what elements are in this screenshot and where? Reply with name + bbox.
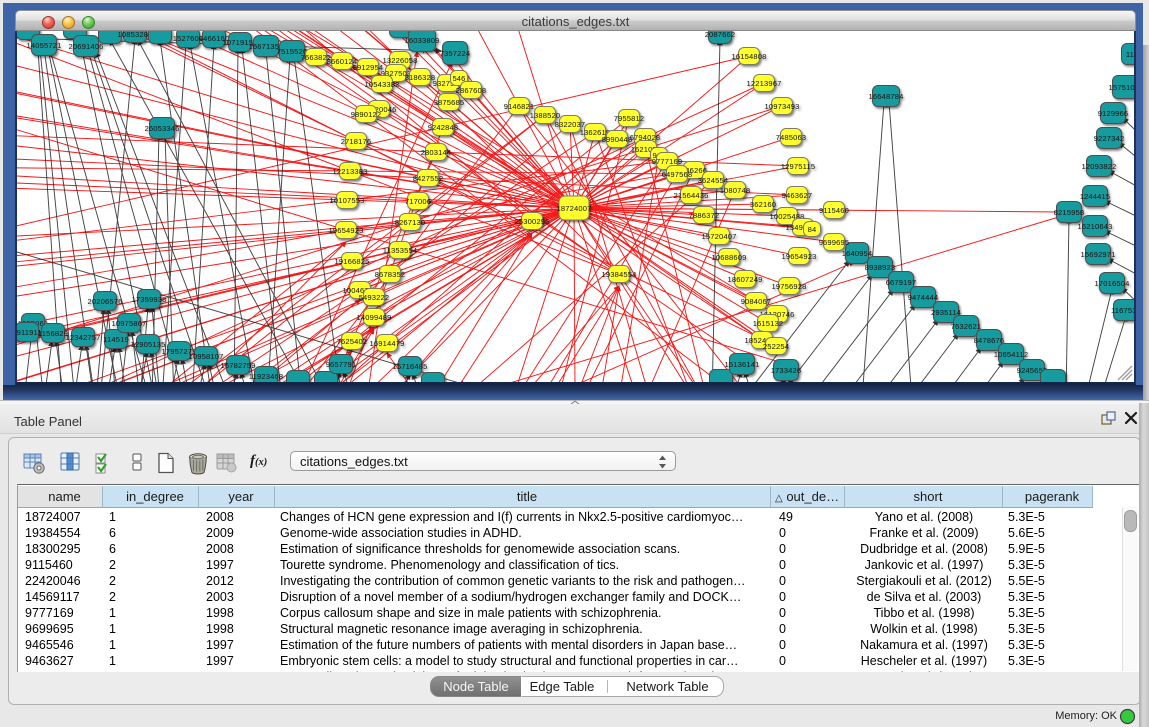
svg-text:16154808: 16154808 xyxy=(732,52,767,61)
svg-text:10975867: 10975867 xyxy=(112,319,147,328)
svg-text:8678352: 8678352 xyxy=(375,270,406,279)
svg-text:10688609: 10688609 xyxy=(712,253,747,262)
svg-text:2087662: 2087662 xyxy=(705,31,736,39)
svg-text:10973493: 10973493 xyxy=(765,102,800,111)
svg-text:20206576: 20206576 xyxy=(88,297,123,306)
svg-text:16648784: 16648784 xyxy=(869,92,904,101)
svg-text:19756928: 19756928 xyxy=(772,282,807,291)
svg-text:8267130: 8267130 xyxy=(395,218,426,227)
svg-text:114519: 114519 xyxy=(103,335,129,344)
svg-text:7357224: 7357224 xyxy=(440,49,471,58)
svg-text:1080748: 1080748 xyxy=(720,186,751,195)
svg-text:14099489: 14099489 xyxy=(357,313,392,322)
svg-text:1156829: 1156829 xyxy=(38,329,68,338)
svg-text:15716485: 15716485 xyxy=(393,362,428,371)
svg-text:3875685: 3875685 xyxy=(434,98,465,107)
svg-text:12975115: 12975115 xyxy=(781,162,815,171)
svg-text:15692971: 15692971 xyxy=(1081,250,1116,259)
svg-text:17016504: 17016504 xyxy=(1095,279,1130,288)
svg-text:8938923: 8938923 xyxy=(865,263,896,272)
svg-text:20691406: 20691406 xyxy=(69,42,104,51)
svg-text:7485063: 7485063 xyxy=(776,133,807,142)
svg-text:9084067: 9084067 xyxy=(741,297,772,306)
svg-text:9227342: 9227342 xyxy=(1094,134,1125,143)
svg-text:14055721: 14055721 xyxy=(27,41,62,50)
svg-text:8478676: 8478676 xyxy=(974,336,1005,345)
svg-text:9463627: 9463627 xyxy=(782,191,813,200)
svg-text:12093822: 12093822 xyxy=(1082,162,1117,171)
svg-text:3624554: 3624554 xyxy=(698,176,729,185)
svg-text:16914479: 16914479 xyxy=(370,339,405,348)
svg-text:2867608: 2867608 xyxy=(456,86,487,95)
svg-text:252254: 252254 xyxy=(763,342,789,351)
svg-text:10853287: 10853287 xyxy=(118,31,153,39)
svg-text:25300295: 25300295 xyxy=(515,217,550,226)
svg-text:2803144: 2803144 xyxy=(421,148,452,157)
svg-text:9699695: 9699695 xyxy=(819,238,850,247)
svg-text:19654923: 19654923 xyxy=(782,252,817,261)
svg-text:1244415: 1244415 xyxy=(1080,192,1111,201)
svg-text:19654923: 19654923 xyxy=(329,226,364,235)
svg-text:1112: 1112 xyxy=(1126,50,1134,59)
svg-text:12342757: 12342757 xyxy=(66,333,101,342)
svg-text:11353554: 11353554 xyxy=(383,246,417,255)
svg-text:8186328: 8186328 xyxy=(405,73,436,82)
svg-text:1640954: 1640954 xyxy=(842,249,873,258)
svg-text:17359938: 17359938 xyxy=(132,295,167,304)
svg-text:7632621: 7632621 xyxy=(951,322,982,331)
svg-text:8912954: 8912954 xyxy=(353,63,384,72)
svg-text:9129966: 9129966 xyxy=(1098,109,1129,118)
svg-text:9657791: 9657791 xyxy=(326,360,357,369)
svg-text:8215958: 8215958 xyxy=(1054,208,1085,217)
svg-text:10543382: 10543382 xyxy=(365,80,400,89)
svg-text:10958107: 10958107 xyxy=(189,352,224,361)
svg-text:16033809: 16033809 xyxy=(405,36,440,45)
svg-text:362160: 362160 xyxy=(750,200,776,209)
svg-text:10654112: 10654112 xyxy=(994,350,1028,359)
svg-text:9115460: 9115460 xyxy=(819,206,849,215)
svg-text:84: 84 xyxy=(808,225,817,234)
svg-text:546: 546 xyxy=(452,74,465,83)
svg-text:717006: 717006 xyxy=(405,197,431,206)
svg-text:8427552: 8427552 xyxy=(413,174,444,183)
svg-text:15751074: 15751074 xyxy=(1109,83,1135,92)
svg-text:5493222: 5493222 xyxy=(359,293,390,302)
svg-text:18607249: 18607249 xyxy=(728,275,763,284)
svg-text:12905135: 12905135 xyxy=(131,340,166,349)
svg-text:2718176: 2718176 xyxy=(341,137,372,146)
svg-text:12213383: 12213383 xyxy=(333,167,368,176)
svg-text:1388520: 1388520 xyxy=(530,111,561,120)
svg-text:16782759: 16782759 xyxy=(221,361,256,370)
svg-text:19384554: 19384554 xyxy=(602,270,637,279)
svg-text:12213967: 12213967 xyxy=(747,79,782,88)
svg-text:11923468: 11923468 xyxy=(249,372,283,381)
svg-text:9242848: 9242848 xyxy=(428,123,459,132)
svg-text:1615132: 1615132 xyxy=(753,319,784,328)
svg-text:16210643: 16210643 xyxy=(1078,222,1113,231)
svg-text:19166825: 19166825 xyxy=(335,257,370,266)
svg-text:13226058: 13226058 xyxy=(383,56,418,65)
svg-text:26053346: 26053346 xyxy=(145,124,180,133)
svg-text:9890122: 9890122 xyxy=(351,110,382,119)
svg-text:2935114: 2935114 xyxy=(931,308,961,317)
svg-text:9474444: 9474444 xyxy=(908,293,939,302)
svg-text:6497568: 6497568 xyxy=(662,170,693,179)
svg-text:9146821: 9146821 xyxy=(504,102,535,111)
svg-text:10107553: 10107553 xyxy=(330,196,365,205)
svg-text:7955812: 7955812 xyxy=(614,114,645,123)
svg-text:21564436: 21564436 xyxy=(674,191,709,200)
svg-text:9777169: 9777169 xyxy=(652,157,683,166)
svg-text:15136141: 15136141 xyxy=(725,360,760,369)
svg-text:7625402: 7625402 xyxy=(337,337,368,346)
svg-text:7886372: 7886372 xyxy=(689,211,720,220)
svg-text:15720407: 15720407 xyxy=(702,232,737,241)
svg-text:8990448: 8990448 xyxy=(602,135,633,144)
svg-text:18724007: 18724007 xyxy=(557,204,592,213)
svg-text:1733426: 1733426 xyxy=(771,366,802,375)
svg-text:1167533: 1167533 xyxy=(1111,306,1134,315)
svg-text:6679197: 6679197 xyxy=(886,278,917,287)
